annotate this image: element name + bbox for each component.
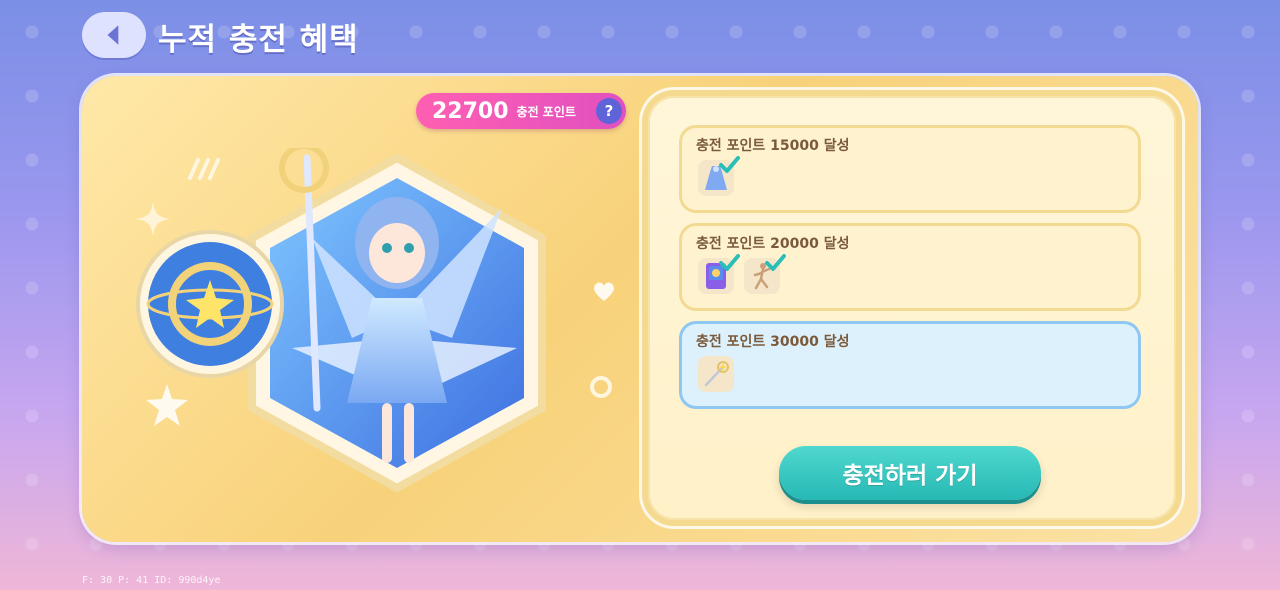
reward-title: 충전 포인트 15000 달성 [696,138,850,154]
points-badge: 22700 충전 포인트 ? [416,93,626,129]
points-value: 22700 [432,98,509,124]
reward-medal [136,230,284,378]
reward-title: 충전 포인트 30000 달성 [696,334,850,350]
speed-lines-icon [188,158,220,180]
claimed-check-icon [765,254,786,271]
star-wand-icon[interactable] [698,356,734,392]
reward-title: 충전 포인트 20000 달성 [696,236,850,252]
back-arrow-icon [107,25,119,45]
claimed-check-icon [719,156,740,173]
star-icon [146,384,188,426]
reward-item-30000[interactable]: 충전 포인트 30000 달성 [682,324,1138,406]
points-label: 충전 포인트 [516,104,576,119]
back-button[interactable] [82,12,146,58]
page-title: 누적 충전 혜택 [158,22,359,58]
blue-dress-icon[interactable] [698,156,740,196]
help-button[interactable]: ? [596,98,622,124]
reward-item-20000[interactable]: 충전 포인트 20000 달성 [682,226,1138,308]
ring-icon [590,376,612,398]
photo-card-icon[interactable] [698,254,740,294]
go-charge-button[interactable]: 충전하러 가기 [779,446,1041,500]
dance-pose-icon[interactable] [744,254,786,294]
reward-item-15000[interactable]: 충전 포인트 15000 달성 [682,128,1138,210]
claimed-check-icon [719,254,740,271]
debug-overlay: F: 30 P: 41 ID: 990d4ye [82,575,221,586]
heart-icon [594,282,614,301]
